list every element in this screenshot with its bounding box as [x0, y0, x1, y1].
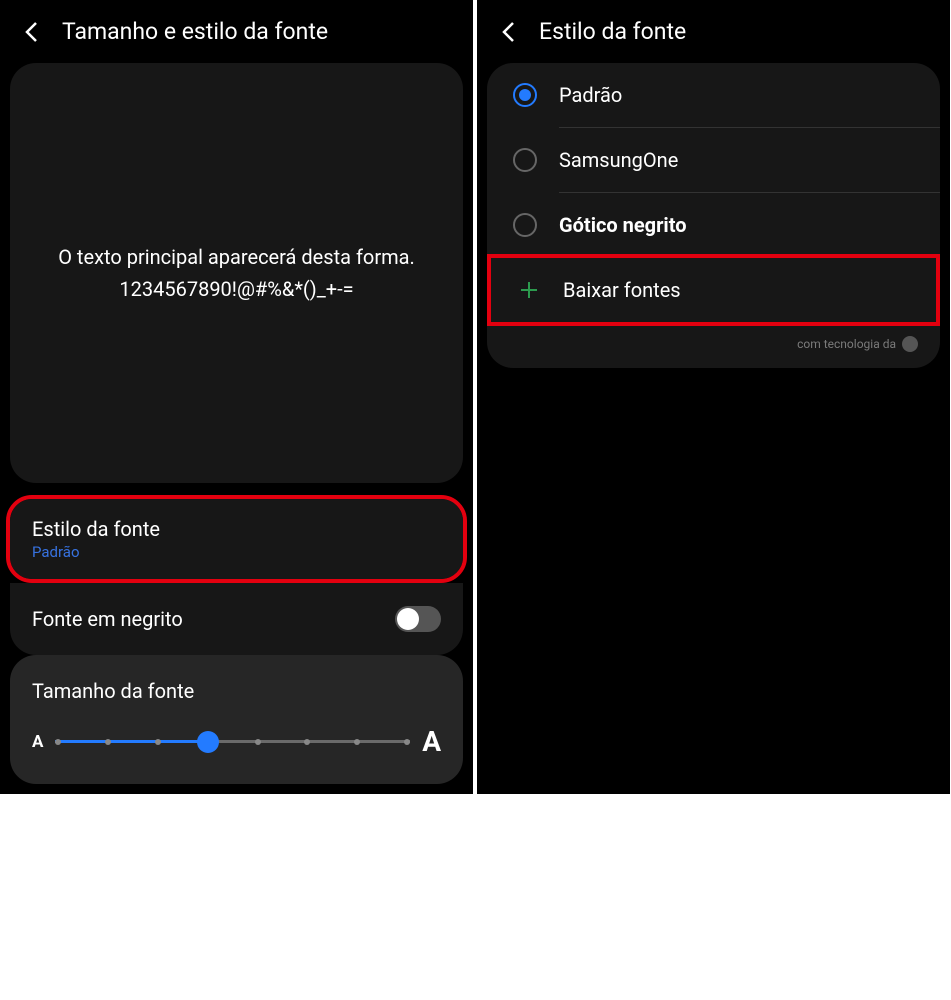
screen-font-style: Estilo da fonte Padrão SamsungOne Gótico…	[477, 0, 950, 794]
font-style-row-highlight: Estilo da fonte Padrão	[6, 495, 467, 583]
footer-text: com tecnologia da	[797, 337, 896, 351]
download-fonts-label: Baixar fontes	[563, 278, 681, 302]
font-option-samsungone[interactable]: SamsungOne	[487, 128, 940, 192]
footer-attribution: com tecnologia da	[487, 326, 940, 368]
font-option-padrao[interactable]: Padrão	[487, 63, 940, 127]
back-icon[interactable]	[497, 21, 519, 43]
font-size-min-glyph: A	[32, 732, 43, 752]
attribution-badge-icon	[902, 336, 918, 352]
font-option-label: Gótico negrito	[559, 213, 687, 237]
font-size-slider[interactable]	[55, 740, 410, 743]
font-style-value: Padrão	[32, 543, 160, 561]
radio-icon[interactable]	[513, 148, 537, 172]
bold-font-row[interactable]: Fonte em negrito	[10, 583, 463, 655]
back-icon[interactable]	[20, 21, 42, 43]
font-options-card: Padrão SamsungOne Gótico negrito Baixar …	[487, 63, 940, 368]
font-option-gotico[interactable]: Gótico negrito	[487, 193, 940, 257]
font-style-label: Estilo da fonte	[32, 517, 160, 541]
download-fonts-row[interactable]: Baixar fontes	[491, 258, 936, 322]
screen-font-size-style: Tamanho e estilo da fonte O texto princi…	[0, 0, 473, 794]
header-left: Tamanho e estilo da fonte	[0, 0, 473, 63]
preview-line-1: O texto principal aparecerá desta forma.	[58, 241, 415, 273]
bold-font-toggle[interactable]	[395, 606, 441, 632]
radio-icon[interactable]	[513, 213, 537, 237]
radio-icon[interactable]	[513, 83, 537, 107]
preview-line-2: 1234567890!@#%&*()_+-=	[119, 273, 353, 305]
plus-icon	[517, 278, 541, 302]
font-preview-card: O texto principal aparecerá desta forma.…	[10, 63, 463, 483]
header-right: Estilo da fonte	[477, 0, 950, 63]
font-size-label: Tamanho da fonte	[32, 679, 441, 703]
font-style-row[interactable]: Estilo da fonte Padrão	[10, 499, 463, 579]
page-title-right: Estilo da fonte	[539, 18, 686, 45]
font-size-max-glyph: A	[422, 725, 441, 758]
bold-font-label: Fonte em negrito	[32, 607, 183, 631]
slider-thumb[interactable]	[197, 731, 219, 753]
font-option-label: Padrão	[559, 83, 622, 107]
font-option-label: SamsungOne	[559, 148, 678, 172]
font-size-card: Tamanho da fonte A A	[10, 655, 463, 784]
page-title-left: Tamanho e estilo da fonte	[62, 18, 328, 45]
